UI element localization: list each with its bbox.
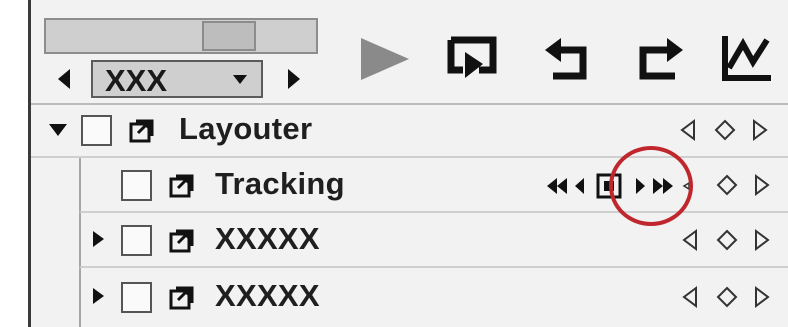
- timeline-scrollbar[interactable]: [44, 18, 318, 54]
- row-label: XXXXX: [215, 278, 320, 313]
- keyframe-diamond-icon: [716, 229, 738, 251]
- prev-keyframe-button[interactable]: [679, 119, 697, 141]
- prev-keyframe-icon: [682, 286, 697, 308]
- tracking-controls: [545, 172, 745, 200]
- prev-keyframe-button[interactable]: [681, 172, 691, 200]
- layer-select-value: XXX: [105, 63, 168, 98]
- prev-keyframe-button[interactable]: [681, 229, 699, 251]
- expand-toggle[interactable]: [91, 229, 109, 249]
- layer-panel: XXX Layouter Tracking XXXXX XXXXX: [28, 0, 788, 327]
- add-keyframe-button[interactable]: [716, 229, 738, 251]
- graph-icon: [722, 36, 771, 81]
- keyframe-diamond-icon: [716, 174, 738, 196]
- next-keyframe-button[interactable]: [753, 174, 771, 196]
- chevron-down-icon: [233, 75, 247, 84]
- row-label: Layouter: [179, 111, 313, 146]
- keyframe-diamond-icon: [716, 286, 738, 308]
- loop-play-button[interactable]: [443, 30, 503, 88]
- step-forward-button[interactable]: [633, 172, 647, 200]
- scrollbar-thumb[interactable]: [202, 21, 256, 51]
- fast-backward-icon: [547, 178, 567, 194]
- next-keyframe-button[interactable]: [753, 229, 771, 251]
- prev-keyframe-icon: [682, 181, 690, 191]
- redo-icon: [639, 38, 683, 80]
- toolbar: XXX: [31, 0, 788, 105]
- undo-icon: [545, 38, 587, 80]
- play-button[interactable]: [353, 30, 413, 88]
- layer-icon: [168, 228, 194, 254]
- add-keyframe-button[interactable]: [714, 119, 736, 141]
- redo-button[interactable]: [629, 30, 689, 88]
- tree-row[interactable]: XXXXX: [79, 268, 788, 327]
- fast-forward-icon: [653, 178, 673, 194]
- layer-visibility-checkbox[interactable]: [121, 170, 152, 201]
- layer-select[interactable]: XXX: [91, 60, 263, 98]
- layer-icon: [128, 118, 154, 144]
- fast-backward-button[interactable]: [545, 172, 569, 200]
- prev-keyframe-icon: [682, 229, 697, 251]
- next-arrow-button[interactable]: [281, 60, 305, 98]
- next-keyframe-icon: [755, 229, 770, 251]
- step-backward-button[interactable]: [573, 172, 587, 200]
- row-label: XXXXX: [215, 221, 320, 256]
- prev-keyframe-button[interactable]: [681, 286, 699, 308]
- next-keyframe-icon: [753, 119, 768, 141]
- next-keyframe-button[interactable]: [751, 119, 769, 141]
- add-keyframe-button[interactable]: [716, 174, 738, 196]
- graph-editor-button[interactable]: [717, 30, 777, 88]
- expanded-triangle-icon: [49, 124, 67, 136]
- right-triangle-icon: [288, 69, 300, 89]
- next-keyframe-button[interactable]: [753, 286, 771, 308]
- undo-button[interactable]: [539, 30, 599, 88]
- step-forward-icon: [636, 178, 645, 194]
- add-keyframe-button[interactable]: [716, 286, 738, 308]
- prev-keyframe-icon: [680, 119, 695, 141]
- track-frame-icon: [596, 173, 622, 199]
- collapsed-triangle-icon: [93, 231, 104, 247]
- layer-visibility-checkbox[interactable]: [121, 225, 152, 256]
- loop-play-icon: [447, 36, 497, 78]
- tree-row-layouter[interactable]: Layouter: [31, 103, 788, 158]
- keyframe-diamond-icon: [714, 119, 736, 141]
- collapsed-triangle-icon: [93, 288, 104, 304]
- tree-row-tracking[interactable]: Tracking: [79, 158, 788, 213]
- row-label: Tracking: [215, 166, 345, 201]
- expand-toggle[interactable]: [49, 122, 67, 142]
- layer-visibility-checkbox[interactable]: [121, 282, 152, 313]
- play-icon: [361, 38, 409, 80]
- layer-icon: [168, 285, 194, 311]
- tree-row[interactable]: XXXXX: [79, 213, 788, 268]
- layer-icon: [168, 173, 194, 199]
- track-frame-button[interactable]: [595, 172, 623, 200]
- next-keyframe-icon: [755, 174, 770, 196]
- step-backward-icon: [575, 178, 584, 194]
- prev-arrow-button[interactable]: [53, 60, 77, 98]
- expand-toggle[interactable]: [91, 286, 109, 306]
- fast-forward-button[interactable]: [651, 172, 675, 200]
- next-keyframe-icon: [755, 286, 770, 308]
- layer-visibility-checkbox[interactable]: [81, 115, 112, 146]
- left-triangle-icon: [58, 69, 70, 89]
